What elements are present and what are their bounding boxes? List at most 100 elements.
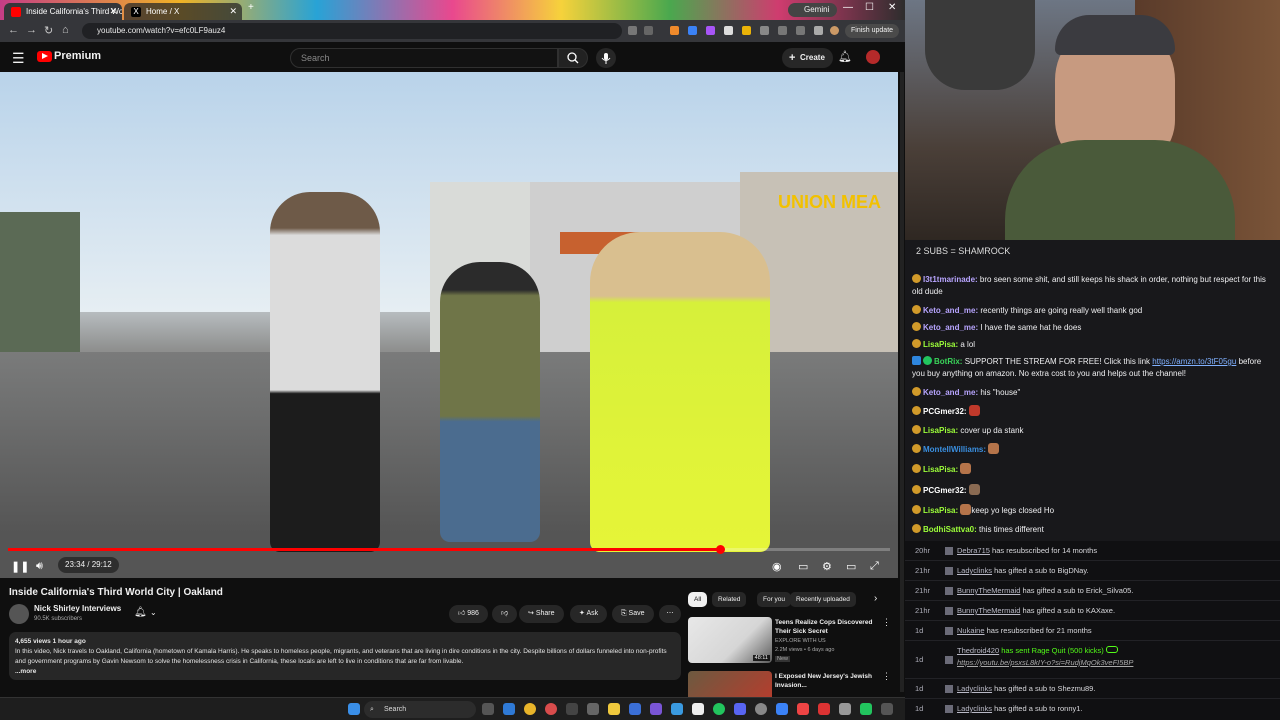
pause-icon[interactable]: ❚❚	[11, 560, 29, 573]
youtube-logo-icon[interactable]	[37, 51, 52, 62]
url-field[interactable]: youtube.com/watch?v=efc0LF9auz4	[82, 23, 622, 39]
chat-username[interactable]: Keto_and_me:	[923, 388, 978, 397]
finish-update-button[interactable]: Finish update	[845, 24, 900, 38]
chat-username[interactable]: PCGmer32:	[923, 407, 967, 416]
chrome-icon[interactable]	[524, 703, 536, 715]
autoplay-toggle-icon[interactable]: ◉	[772, 560, 782, 573]
chevron-right-icon[interactable]: ›	[874, 593, 877, 604]
downloads-icon[interactable]	[778, 26, 787, 35]
app-icon[interactable]	[545, 703, 557, 715]
dislike-button[interactable]: 👎︎	[492, 605, 518, 623]
split-icon[interactable]	[814, 26, 823, 35]
bookmark-star-icon[interactable]	[644, 26, 653, 35]
profile-avatar[interactable]	[830, 26, 839, 35]
notification-bell-icon[interactable]: 🔔︎	[134, 607, 147, 618]
app-icon[interactable]	[797, 703, 809, 715]
app-icon[interactable]	[734, 703, 746, 715]
fullscreen-icon[interactable]: ⤢	[870, 560, 879, 573]
chat-username[interactable]: PCGmer32:	[923, 486, 967, 495]
chat-username[interactable]: MontellWilliams:	[923, 445, 986, 454]
show-more-link[interactable]: ...more	[15, 667, 675, 677]
sidepanel-icon[interactable]	[796, 26, 805, 35]
close-tab-icon[interactable]: ✕	[229, 3, 237, 20]
taskbar-search[interactable]: ⌕ Search	[364, 701, 476, 718]
reload-icon[interactable]: ↻	[44, 24, 53, 37]
create-button[interactable]: + Create	[782, 48, 833, 68]
chip-related[interactable]: Related	[712, 592, 747, 607]
chat-username[interactable]: LisaPisa:	[923, 340, 958, 349]
recommendation-channel[interactable]: EXPLORE WITH US	[775, 638, 826, 644]
chat-username[interactable]: BodhiSattva0:	[923, 525, 977, 534]
theater-mode-icon[interactable]: ▭	[846, 560, 856, 573]
chat-username[interactable]: LisaPisa:	[923, 426, 958, 435]
menu-icon[interactable]: ☰	[12, 50, 25, 67]
more-vert-icon[interactable]: ⋮	[882, 671, 888, 682]
back-icon[interactable]: ←	[8, 24, 19, 36]
description-box[interactable]: 4,655 views 1 hour ago In this video, Ni…	[9, 632, 681, 680]
start-menu-icon[interactable]	[348, 703, 360, 715]
app-icon[interactable]	[566, 703, 578, 715]
extensions-puzzle-icon[interactable]	[760, 26, 769, 35]
tab-youtube[interactable]: Inside California's Third Wo ✕	[4, 3, 122, 20]
extension-icon[interactable]	[670, 26, 679, 35]
app-icon[interactable]	[671, 703, 683, 715]
edge-icon[interactable]	[503, 703, 515, 715]
file-explorer-icon[interactable]	[608, 703, 620, 715]
video-player[interactable]: UNION MEA ❚❚ 🔊︎ 23:34 / 29:12 ◉ ▭ ⚙ ▭ ⤢	[0, 72, 898, 578]
home-icon[interactable]: ⌂	[62, 24, 69, 36]
chat-username[interactable]: Keto_and_me:	[923, 323, 978, 332]
volume-icon[interactable]: 🔊︎	[36, 560, 43, 573]
settings-gear-icon[interactable]: ⚙	[822, 560, 832, 573]
recommendation-title[interactable]: I Exposed New Jersey's Jewish Invasion..…	[775, 672, 880, 690]
chevron-down-icon[interactable]: ⌄	[150, 608, 157, 617]
chip-recently-uploaded[interactable]: Recently uploaded	[790, 592, 856, 607]
extension-icon[interactable]	[742, 26, 751, 35]
account-avatar[interactable]	[866, 50, 880, 64]
channel-name[interactable]: Nick Shirley Interviews	[34, 604, 121, 613]
maximize-icon[interactable]: ☐	[865, 2, 874, 13]
voice-search-button[interactable]	[596, 48, 616, 68]
more-actions-button[interactable]: ⋯	[659, 605, 681, 623]
search-input[interactable]: Search	[290, 48, 558, 68]
close-tab-icon[interactable]: ✕	[109, 3, 117, 20]
obs-icon[interactable]	[650, 703, 662, 715]
app-icon[interactable]	[839, 703, 851, 715]
chat-username[interactable]: LisaPisa:	[923, 465, 958, 474]
minimize-icon[interactable]: —	[843, 2, 853, 13]
recommendation-thumbnail[interactable]: 48:11	[688, 617, 772, 663]
save-button[interactable]: ⎘ Save	[612, 605, 654, 623]
like-button[interactable]: 👍︎ 986	[449, 605, 488, 623]
channel-avatar[interactable]	[9, 604, 29, 624]
app-icon[interactable]	[587, 703, 599, 715]
new-tab-icon[interactable]: +	[248, 2, 254, 13]
app-icon[interactable]	[860, 703, 872, 715]
chip-for-you[interactable]: For you	[757, 592, 792, 607]
recommendation-item[interactable]: 48:11 Teens Realize Cops Discovered Thei…	[688, 617, 891, 667]
search-button[interactable]	[558, 48, 588, 68]
tab-x[interactable]: X Home / X ✕	[124, 3, 242, 20]
app-icon[interactable]	[776, 703, 788, 715]
install-icon[interactable]	[628, 26, 637, 35]
extension-icon[interactable]	[706, 26, 715, 35]
event-link[interactable]: https://youtu.be/psxsL8kIY-o?si=RudjMqOk…	[957, 658, 1133, 667]
recommendation-thumbnail[interactable]	[688, 671, 772, 697]
extension-icon[interactable]	[724, 26, 733, 35]
video-progress-bar[interactable]	[8, 545, 890, 554]
forward-icon[interactable]: →	[26, 24, 37, 36]
chat-username[interactable]: BotRix:	[934, 357, 962, 366]
recommendation-item[interactable]: I Exposed New Jersey's Jewish Invasion..…	[688, 671, 888, 697]
gemini-button[interactable]: Gemini	[788, 3, 838, 17]
chat-username[interactable]: Keto_and_me:	[923, 306, 978, 315]
recommendation-title[interactable]: Teens Realize Cops Discovered Their Sick…	[775, 618, 880, 636]
captions-icon[interactable]: ▭	[798, 560, 808, 573]
close-window-icon[interactable]: ✕	[888, 2, 896, 13]
share-button[interactable]: ↪ Share	[519, 605, 564, 623]
extension-icon[interactable]	[688, 26, 697, 35]
chip-all[interactable]: All	[688, 592, 708, 607]
app-icon[interactable]	[881, 703, 893, 715]
page-scrollbar[interactable]	[900, 72, 904, 692]
app-icon[interactable]	[629, 703, 641, 715]
spotify-icon[interactable]	[713, 703, 725, 715]
notifications-bell-icon[interactable]: 🔔︎	[838, 50, 852, 63]
more-vert-icon[interactable]: ⋮	[882, 617, 891, 628]
